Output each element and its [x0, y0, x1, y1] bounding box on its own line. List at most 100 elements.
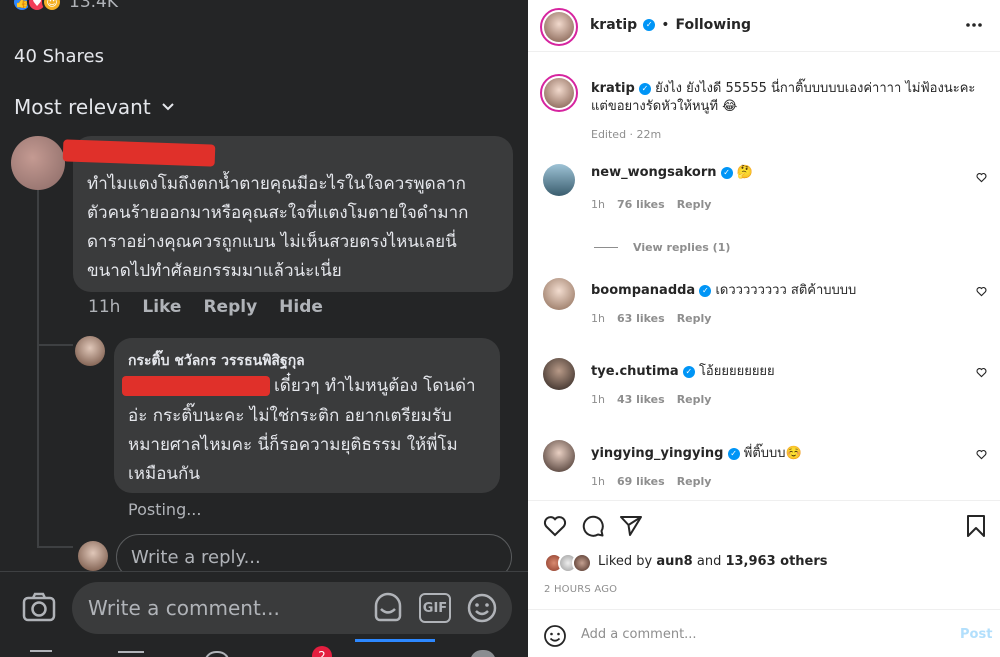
commenter-avatar[interactable] — [543, 358, 575, 390]
comment-reply-button[interactable]: Reply — [677, 475, 712, 488]
caption-avatar[interactable] — [540, 74, 578, 112]
camera-icon[interactable] — [22, 592, 56, 622]
reaction-count: 13.4K — [69, 0, 118, 12]
sort-dropdown[interactable]: Most relevant — [14, 95, 175, 119]
comment-icon[interactable] — [581, 514, 605, 538]
view-replies-line — [594, 247, 618, 248]
active-tab-indicator — [355, 639, 435, 642]
like-button[interactable]: Like — [142, 297, 181, 317]
comment-time: 1h — [591, 393, 605, 406]
verified-icon: ✓ — [638, 82, 651, 95]
reactions-summary[interactable]: 👍 ♥ ☺ 13.4K — [12, 0, 118, 12]
following-button[interactable]: Following — [675, 17, 751, 33]
comment-bubble: ทำไมแตงโมถึงตกน้ำตายคุณมีอะไรในใจควรพูดล… — [62, 136, 513, 292]
comment-likes[interactable]: 76 likes — [617, 198, 665, 211]
post-timestamp: 2 HOURS AGO — [544, 584, 618, 595]
reply-line: เดี๋ยวๆ ทำไมหนูต้อง โดนด่า — [274, 376, 476, 396]
reply-line: เหมือนกัน — [128, 464, 200, 484]
comment-username[interactable]: tye.chutima — [591, 364, 679, 379]
verified-icon: ✓ — [699, 284, 712, 297]
comment-line: ทำไมแตงโมถึงตกน้ำตายคุณมีอะไรในใจควรพูดล… — [87, 174, 466, 194]
comment-line: ขนาดไปทำศัลยกรรมมาแล้วน่ะเนี่ย — [87, 261, 342, 281]
caption-username[interactable]: kratip — [591, 81, 635, 96]
comment-input[interactable]: Write a comment... GIF — [72, 582, 512, 634]
chevron-down-icon — [161, 103, 174, 111]
add-comment-input[interactable]: Add a comment... — [581, 627, 697, 642]
reply-bubble: กระติ๊บ ชวัลกร วรรธนพิสิฐกุล เดี๋ยวๆ ทำไ… — [114, 338, 500, 493]
comment-text: พี่ติ๊บบบ☺️ — [743, 446, 802, 461]
author-avatar[interactable] — [540, 8, 578, 46]
care-reaction-icon: ☺ — [42, 0, 62, 12]
shares-count[interactable]: 40 Shares — [14, 46, 104, 67]
post-button[interactable]: Post — [960, 627, 992, 642]
comment-username[interactable]: new_wongsakorn — [591, 165, 717, 180]
hide-button[interactable]: Hide — [279, 297, 323, 317]
sticker-icon[interactable] — [372, 592, 404, 624]
share-icon[interactable] — [619, 514, 643, 538]
liked-others[interactable]: 13,963 others — [725, 554, 827, 569]
commenter-avatar[interactable] — [543, 278, 575, 310]
comment-username[interactable]: boompanadda — [591, 283, 695, 298]
comment-text: 🤔 — [736, 165, 753, 180]
thread-line-branch — [37, 546, 73, 548]
comment-time: 1h — [591, 312, 605, 325]
like-comment-icon[interactable] — [976, 367, 987, 378]
commenter-avatar[interactable] — [543, 164, 575, 196]
reply-author-avatar[interactable] — [75, 336, 105, 366]
posting-status: Posting... — [128, 500, 202, 519]
liker-avatar — [572, 553, 592, 573]
like-comment-icon[interactable] — [976, 449, 987, 460]
divider — [528, 609, 1000, 610]
divider — [528, 500, 1000, 501]
liked-user[interactable]: aun8 — [656, 554, 692, 569]
thread-line — [37, 190, 39, 548]
caption-meta: Edited · 22m — [591, 128, 662, 141]
like-comment-icon[interactable] — [976, 172, 987, 183]
commenter-avatar[interactable] — [543, 440, 575, 472]
thread-line-branch — [37, 344, 73, 346]
redacted-mention — [122, 376, 270, 396]
emoji-icon[interactable] — [466, 592, 498, 624]
liked-by-text: Liked by aun8 and 13,963 others — [598, 554, 828, 569]
comment-username[interactable]: yingying_yingying — [591, 446, 723, 461]
comment-text: เดวววววววว สติค้าบบบบ — [715, 283, 857, 298]
like-post-icon[interactable] — [543, 514, 567, 538]
comment-text: โอ้ยยยยยยยย — [698, 364, 775, 379]
home-icon[interactable] — [30, 650, 52, 657]
watch-icon[interactable] — [118, 651, 144, 657]
reply-author-name[interactable]: กระติ๊บ ชวัลกร วรรธนพิสิฐกุล — [128, 350, 305, 372]
reply-button[interactable]: Reply — [203, 297, 257, 317]
bookmark-icon[interactable] — [966, 514, 986, 538]
comment-reply-button[interactable]: Reply — [677, 198, 712, 211]
emoji-icon[interactable] — [543, 624, 567, 648]
liked-prefix: Liked by — [598, 554, 653, 569]
verified-icon: ✓ — [727, 447, 740, 460]
separator: • — [661, 17, 670, 33]
liked-and: and — [696, 554, 722, 569]
comment-likes[interactable]: 43 likes — [617, 393, 665, 406]
comment-time: 1h — [591, 475, 605, 488]
gif-icon[interactable]: GIF — [419, 593, 451, 623]
comment-reply-button[interactable]: Reply — [677, 312, 712, 325]
current-user-avatar — [78, 541, 108, 571]
facebook-panel: 👍 ♥ ☺ 13.4K 40 Shares Most relevant ทำไม… — [0, 0, 528, 657]
comment-line: ตัวคนร้ายออกมาหรือคุณสะใจที่แตงโมตายใจดำ… — [87, 203, 469, 223]
comment-time: 11h — [88, 297, 121, 317]
comment-likes[interactable]: 69 likes — [617, 475, 665, 488]
author-username[interactable]: kratip — [590, 17, 637, 33]
post-header: kratip ✓ • Following — [528, 0, 1000, 52]
comment-reply-button[interactable]: Reply — [677, 393, 712, 406]
comment-composer: Write a comment... GIF — [0, 571, 528, 657]
sort-label: Most relevant — [14, 95, 151, 119]
liked-by-avatars[interactable] — [544, 553, 592, 573]
verified-icon: ✓ — [720, 166, 733, 179]
instagram-panel: kratip ✓ • Following kratip ✓ ยังไง ยังไ… — [528, 0, 1000, 657]
reply-line: อ่ะ กระติ๊บนะคะ ไม่ใช่กระติก อยากเตรียมร… — [128, 406, 452, 426]
commenter-avatar[interactable] — [11, 136, 65, 190]
view-replies-button[interactable]: View replies (1) — [633, 241, 730, 254]
comment-time: 1h — [591, 198, 605, 211]
redacted-name — [62, 139, 216, 167]
like-comment-icon[interactable] — [976, 286, 987, 297]
comment-likes[interactable]: 63 likes — [617, 312, 665, 325]
more-options-icon[interactable] — [966, 22, 982, 28]
